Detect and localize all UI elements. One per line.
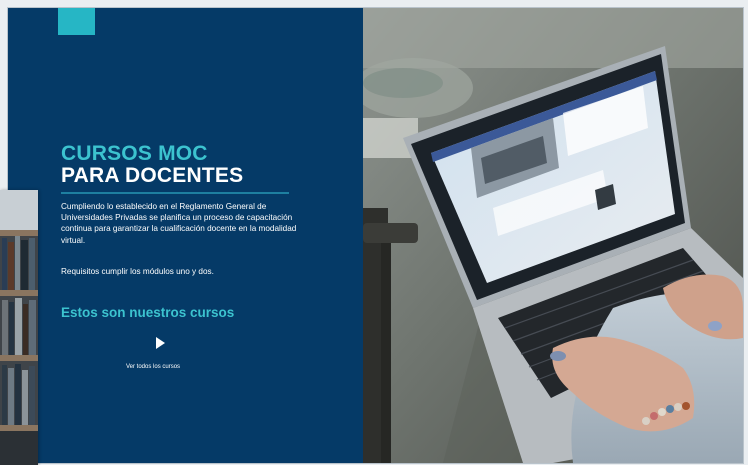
title-divider [61,192,289,194]
info-panel: CURSOS MOC PARA DOCENTES Cumpliendo lo e… [8,8,363,463]
accent-square [58,8,95,35]
play-icon[interactable] [154,336,166,350]
laptop-photo [363,8,743,463]
description-text: Cumpliendo lo establecido en el Reglamen… [61,202,297,245]
bookshelf-photo [0,190,38,465]
requirements-text: Requisitos cumplir los módulos uno y dos… [61,267,214,276]
courses-heading: Estos son nuestros cursos [61,305,235,320]
title-highlight: CURSOS MOC [61,142,208,165]
hero-banner: CURSOS MOC PARA DOCENTES Cumpliendo lo e… [7,7,744,464]
view-all-courses-link[interactable]: Ver todos los cursos [126,364,180,370]
title-main: PARA DOCENTES [61,164,244,187]
